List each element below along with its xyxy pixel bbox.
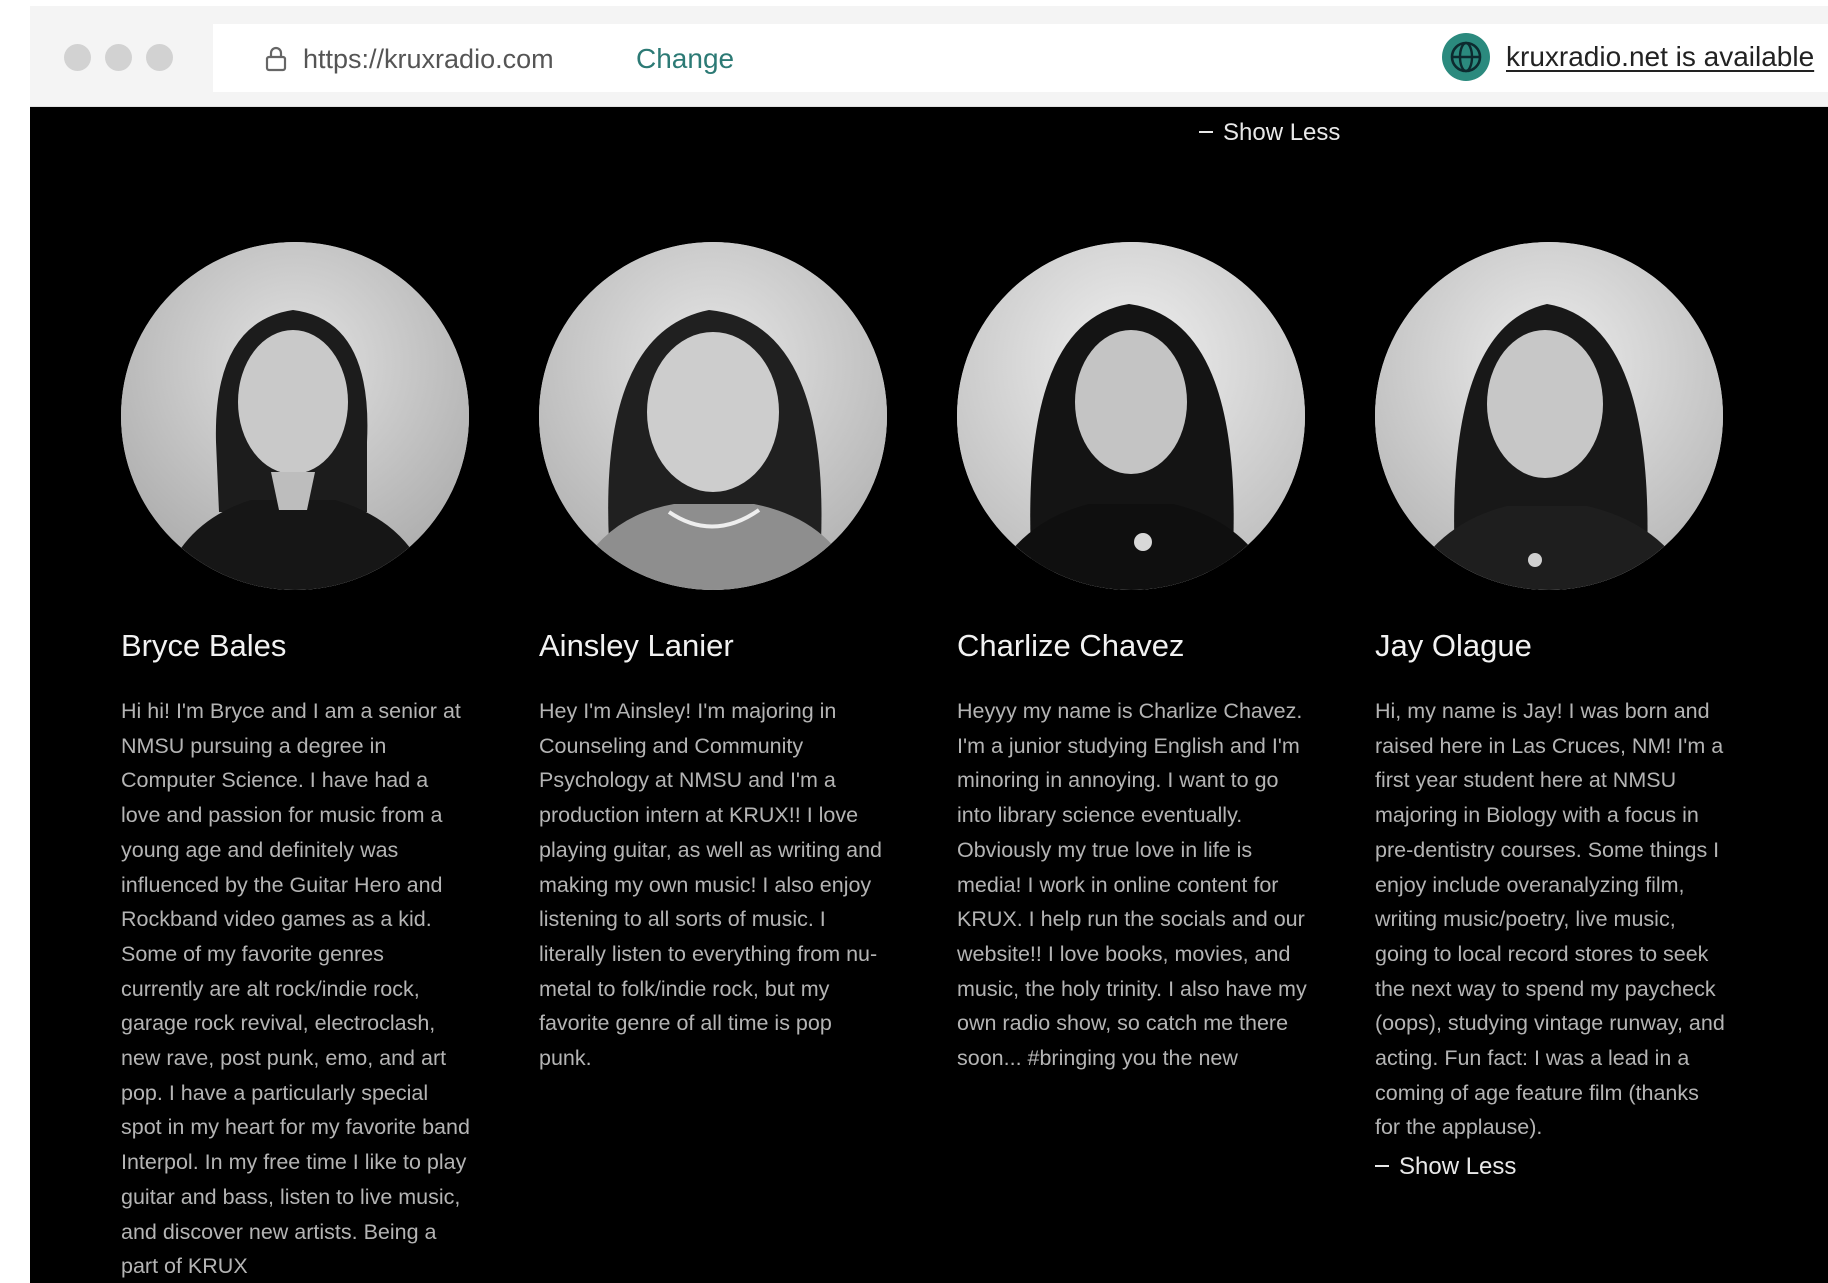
maximize-window-button[interactable] [146,44,173,71]
staff-name: Charlize Chavez [957,628,1185,663]
minus-icon [1199,130,1213,133]
staff-name: Ainsley Lanier [539,628,734,663]
staff-card-jay: Jay Olague Hi, my name is Jay! I was bor… [1375,242,1727,1181]
domain-available-link[interactable]: kruxradio.net is available [1506,41,1814,73]
show-less-label: Show Less [1399,1153,1517,1181]
close-window-button[interactable] [64,44,91,71]
avatar [121,242,469,590]
staff-card-ainsley: Ainsley Lanier Hey I'm Ainsley! I'm majo… [539,242,891,1076]
show-less-label: Show Less [1223,119,1341,146]
window-controls [64,44,173,71]
globe-icon [1442,33,1490,81]
portrait-photo [957,242,1305,590]
staff-bio: Hi hi! I'm Bryce and I am a senior at NM… [121,699,470,1279]
portrait-photo [539,242,887,590]
minus-icon [1375,1164,1389,1167]
avatar [539,242,887,590]
show-less-toggle[interactable]: Show Less [1375,1153,1727,1181]
url-text[interactable]: https://kruxradio.com [303,44,554,75]
staff-bio: Hey I'm Ainsley! I'm majoring in Counsel… [539,699,882,1071]
staff-card-charlize: Charlize Chavez Heyyy my name is Charliz… [957,242,1309,1076]
show-less-toggle-top[interactable]: Show Less [1199,119,1340,147]
portrait-photo [121,242,469,590]
staff-name: Bryce Bales [121,628,287,663]
staff-bio: Hi, my name is Jay! I was born and raise… [1375,699,1725,1140]
address-bar[interactable]: https://kruxradio.com Change kruxradio.n… [213,24,1828,92]
lock-icon [265,46,287,72]
portrait-photo [1375,242,1723,590]
minimize-window-button[interactable] [105,44,132,71]
change-domain-link[interactable]: Change [636,43,734,75]
staff-card-bryce: Bryce Bales Hi hi! I'm Bryce and I am a … [121,242,473,1283]
avatar [957,242,1305,590]
staff-bio: Heyyy my name is Charlize Chavez. I'm a … [957,699,1307,1071]
staff-name: Jay Olague [1375,628,1532,663]
avatar [1375,242,1723,590]
browser-toolbar: https://kruxradio.com Change kruxradio.n… [30,6,1828,107]
browser-window: https://kruxradio.com Change kruxradio.n… [30,6,1828,1283]
